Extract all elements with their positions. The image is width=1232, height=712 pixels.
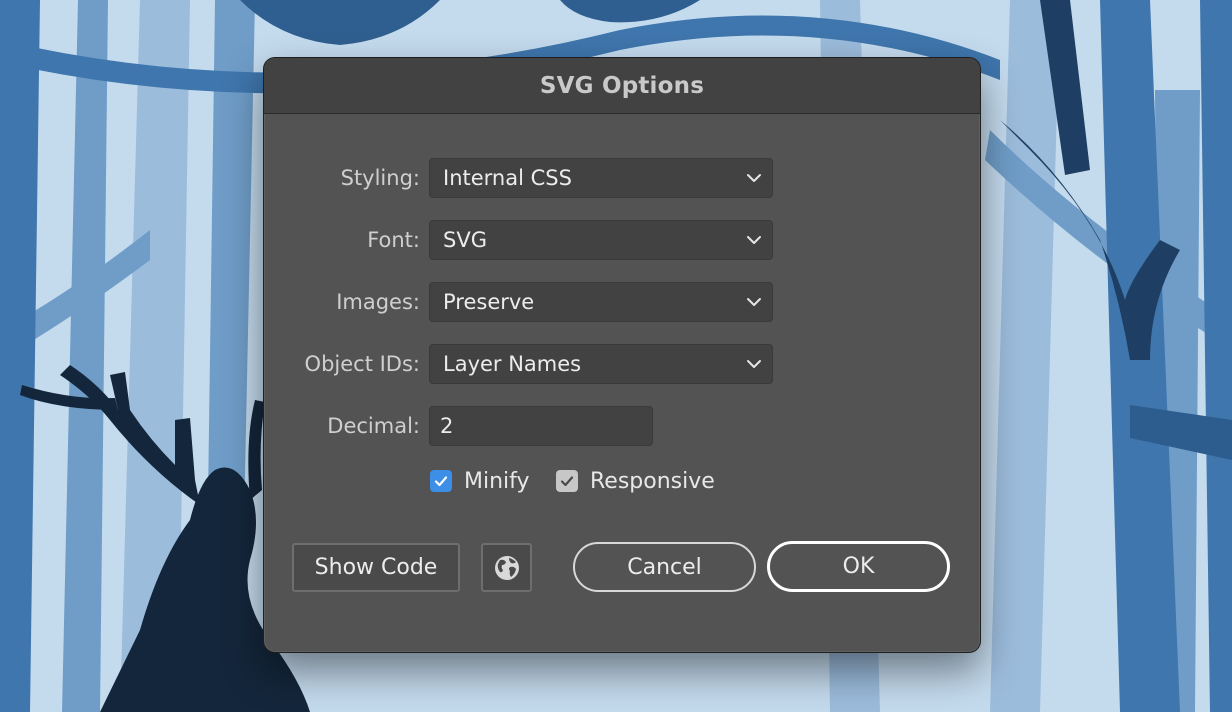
decimal-input[interactable]: 2: [429, 406, 653, 446]
font-row: Font: SVG: [264, 220, 980, 260]
object-ids-select[interactable]: Layer Names: [429, 344, 773, 384]
font-label: Font:: [367, 220, 420, 260]
chevron-down-icon: [746, 233, 762, 247]
styling-label: Styling:: [341, 158, 420, 198]
show-code-button[interactable]: Show Code: [292, 543, 460, 592]
svg-options-dialog: SVG Options Styling: Internal CSS Font: …: [263, 57, 981, 653]
chevron-down-icon: [746, 295, 762, 309]
dialog-titlebar: SVG Options: [264, 58, 980, 114]
images-label: Images:: [336, 282, 420, 322]
checkbox-checked-icon: [430, 470, 452, 492]
chevron-down-icon: [746, 357, 762, 371]
object-ids-label: Object IDs:: [305, 344, 420, 384]
responsive-checkbox[interactable]: Responsive: [556, 466, 715, 496]
web-preview-button[interactable]: [481, 543, 532, 592]
minify-checkbox[interactable]: Minify: [430, 466, 530, 496]
decimal-label: Decimal:: [327, 406, 420, 446]
object-ids-value: Layer Names: [443, 345, 581, 383]
cancel-button[interactable]: Cancel: [573, 542, 756, 592]
dialog-title: SVG Options: [540, 73, 704, 99]
images-row: Images: Preserve: [264, 282, 980, 322]
responsive-label: Responsive: [590, 469, 715, 494]
ok-button[interactable]: OK: [767, 541, 950, 592]
font-select[interactable]: SVG: [429, 220, 773, 260]
checkbox-checked-icon: [556, 470, 578, 492]
minify-label: Minify: [464, 469, 530, 494]
desktop-background: SVG Options Styling: Internal CSS Font: …: [0, 0, 1232, 712]
images-select[interactable]: Preserve: [429, 282, 773, 322]
styling-value: Internal CSS: [443, 159, 572, 197]
font-value: SVG: [443, 221, 487, 259]
styling-select[interactable]: Internal CSS: [429, 158, 773, 198]
options-checkboxes: Minify Responsive: [430, 466, 830, 496]
styling-row: Styling: Internal CSS: [264, 158, 980, 198]
chevron-down-icon: [746, 171, 762, 185]
images-value: Preserve: [443, 283, 534, 321]
globe-icon: [493, 554, 521, 582]
object-ids-row: Object IDs: Layer Names: [264, 344, 980, 384]
decimal-row: Decimal: 2: [264, 406, 980, 446]
